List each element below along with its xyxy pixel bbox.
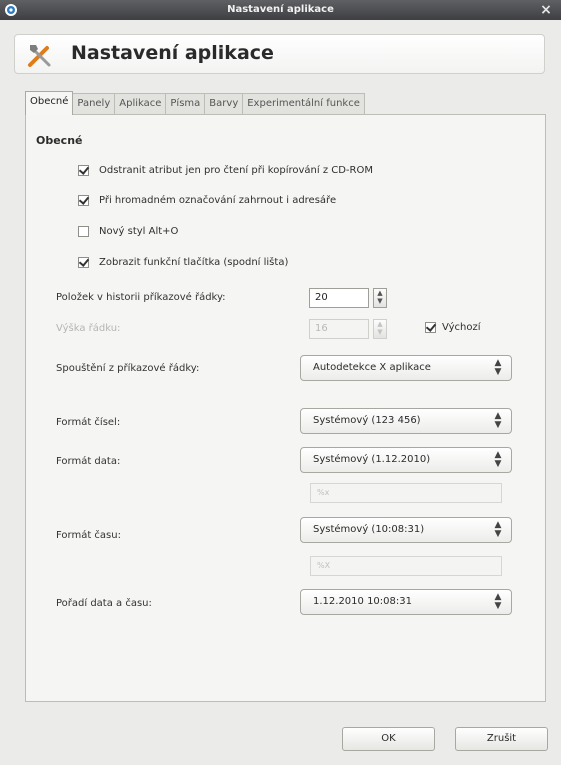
command-line-label: Spouštění z příkazové řádky: xyxy=(56,363,200,374)
checkbox-row-function-buttons[interactable]: Zobrazit funkční tlačítka (spodní lišta) xyxy=(78,257,288,268)
tab-panels[interactable]: Panely xyxy=(72,93,116,115)
general-panel: Obecné Odstranit atribut jen pro čtení p… xyxy=(25,114,546,702)
date-format-select[interactable]: Systémový (1.12.2010) ▲ ▼ xyxy=(300,447,512,473)
title-bar[interactable]: Nastavení aplikace × xyxy=(0,0,561,20)
include-dirs-label: Při hromadném označování zahrnout i adre… xyxy=(99,195,337,206)
time-format-label: Formát času: xyxy=(56,530,121,541)
default-label: Výchozí xyxy=(442,322,481,333)
time-format-select[interactable]: Systémový (10:08:31) ▲ ▼ xyxy=(300,517,512,543)
settings-window: Nastavení aplikace × Nastavení aplikace … xyxy=(0,0,561,765)
function-buttons-label: Zobrazit funkční tlačítka (spodní lišta) xyxy=(99,257,289,268)
command-line-select[interactable]: Autodetekce X aplikace ▲ ▼ xyxy=(300,355,512,381)
checkbox-row-remove-readonly[interactable]: Odstranit atribut jen pro čtení při kopí… xyxy=(78,165,373,176)
remove-readonly-checkbox[interactable] xyxy=(78,165,89,176)
time-format-value: Systémový (10:08:31) xyxy=(313,524,425,535)
tab-bar: Obecné Panely Aplikace Písma Barvy Exper… xyxy=(25,91,365,115)
checkbox-row-include-dirs[interactable]: Při hromadném označování zahrnout i adre… xyxy=(78,195,336,206)
checkbox-row-default[interactable]: Výchozí xyxy=(425,322,480,333)
tab-colors[interactable]: Barvy xyxy=(204,93,244,115)
cancel-button[interactable]: Zrušit xyxy=(455,727,548,751)
window-title: Nastavení aplikace xyxy=(227,4,334,15)
command-line-value: Autodetekce X aplikace xyxy=(313,362,431,373)
tab-general[interactable]: Obecné xyxy=(25,91,74,115)
number-format-select[interactable]: Systémový (123 456) ▲ ▼ xyxy=(300,408,512,434)
spin-up-icon[interactable]: ▲ xyxy=(374,289,386,297)
combo-arrows-icon: ▲ ▼ xyxy=(494,358,502,377)
combo-arrows-icon: ▲ ▼ xyxy=(494,450,502,469)
spin-up-icon[interactable]: ▲ xyxy=(374,320,386,328)
datetime-order-value: 1.12.2010 10:08:31 xyxy=(313,596,412,607)
combo-arrows-icon: ▲ ▼ xyxy=(494,520,502,539)
default-checkbox[interactable] xyxy=(425,322,436,333)
date-format-value: Systémový (1.12.2010) xyxy=(313,454,431,465)
checkbox-row-alt-o[interactable]: Nový styl Alt+O xyxy=(78,226,178,237)
section-title-general: Obecné xyxy=(36,134,83,147)
number-format-label: Formát čísel: xyxy=(56,417,121,428)
function-buttons-checkbox[interactable] xyxy=(78,257,89,268)
dialog-header: Nastavení aplikace xyxy=(14,34,545,74)
custom-date-format-field[interactable]: %x xyxy=(310,483,502,503)
history-spinbox[interactable]: 20 xyxy=(309,288,369,308)
spin-down-icon[interactable]: ▼ xyxy=(374,328,386,336)
custom-time-format-field[interactable]: %X xyxy=(310,556,502,576)
alt-o-style-checkbox[interactable] xyxy=(78,226,89,237)
remove-readonly-label: Odstranit atribut jen pro čtení při kopí… xyxy=(99,165,373,176)
alt-o-style-label: Nový styl Alt+O xyxy=(99,226,179,237)
app-logo-icon xyxy=(5,4,17,16)
datetime-order-select[interactable]: 1.12.2010 10:08:31 ▲ ▼ xyxy=(300,589,512,615)
tab-applications[interactable]: Aplikace xyxy=(114,93,167,115)
include-dirs-checkbox[interactable] xyxy=(78,195,89,206)
combo-arrows-icon: ▲ ▼ xyxy=(494,411,502,430)
dialog-title: Nastavení aplikace xyxy=(71,42,274,64)
close-icon[interactable]: × xyxy=(539,0,553,20)
history-label: Položek v historii příkazové řádky: xyxy=(56,292,226,303)
tools-icon xyxy=(28,45,51,67)
date-format-label: Formát data: xyxy=(56,456,121,467)
number-format-value: Systémový (123 456) xyxy=(313,415,421,426)
ok-button[interactable]: OK xyxy=(342,727,435,751)
row-height-label: Výška řádku: xyxy=(56,323,121,334)
combo-arrows-icon: ▲ ▼ xyxy=(494,592,502,611)
row-height-spin-arrows[interactable]: ▲ ▼ xyxy=(373,319,387,339)
tab-fonts[interactable]: Písma xyxy=(165,93,206,115)
tab-experimental[interactable]: Experimentální funkce xyxy=(242,93,365,115)
datetime-order-label: Pořadí data a času: xyxy=(56,598,152,609)
history-spin-arrows[interactable]: ▲ ▼ xyxy=(373,288,387,308)
spin-down-icon[interactable]: ▼ xyxy=(374,297,386,305)
row-height-spinbox[interactable]: 16 xyxy=(309,319,369,339)
